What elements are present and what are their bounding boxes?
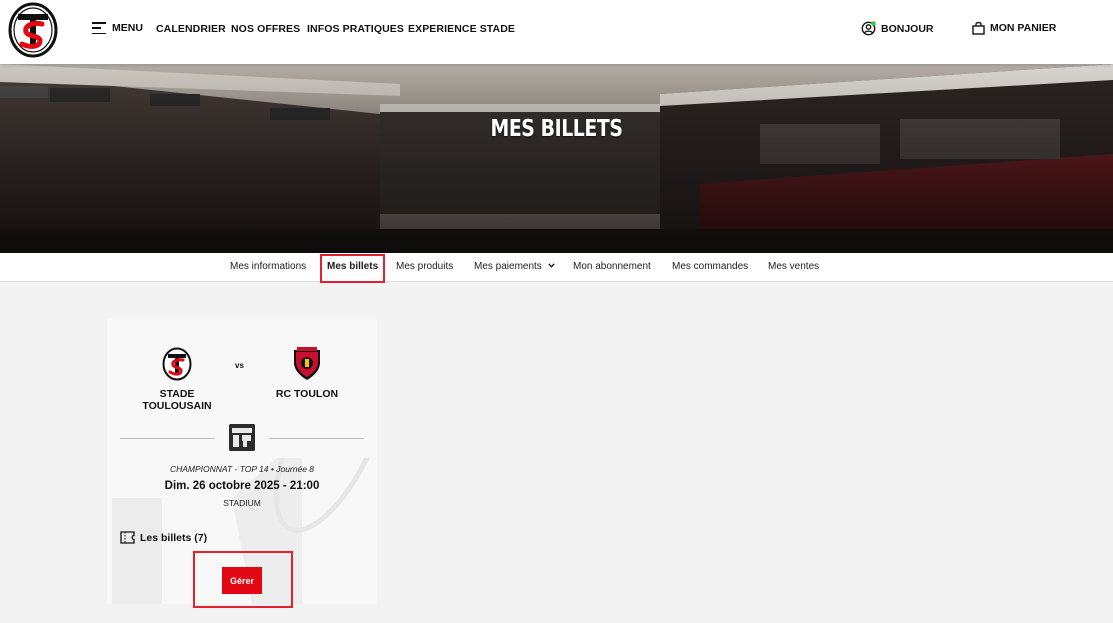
hero-banner: MES BILLETS [0,64,1113,253]
account-tabs: Mes informations Mes billets Mes produit… [0,253,1113,283]
tab-mes-paiements-label: Mes paiements [474,261,542,272]
rc-toulon-team-logo [294,347,320,380]
account-button[interactable]: BONJOUR [861,21,934,36]
ticket-icon [120,531,135,544]
tab-mes-informations[interactable]: Mes informations [230,261,306,272]
site-header: MENU CALENDRIER NOS OFFRES INFOS PRATIQU… [0,0,1113,64]
match-venue: STADIUM [223,498,261,508]
menu-label: MENU [112,22,143,34]
tab-mon-abonnement[interactable]: Mon abonnement [573,261,651,272]
manage-button[interactable]: Gérer [222,567,262,594]
stade-toulousain-logo[interactable] [8,2,58,58]
menu-button[interactable]: MENU [92,22,143,34]
nav-infos-pratiques[interactable]: INFOS PRATIQUES [307,23,404,35]
greeting-label: BONJOUR [881,22,934,35]
vs-label: vs [235,361,244,370]
match-date: Dim. 26 octobre 2025 - 21:00 [164,480,320,492]
tab-mes-produits[interactable]: Mes produits [396,261,453,272]
away-team-name: RC TOULON [275,388,339,400]
cart-button[interactable]: MON PANIER [972,21,1056,35]
divider-right [269,438,364,439]
tickets-label: Les billets (7) [140,531,208,544]
top-14-logo [229,424,255,451]
divider-left [120,438,215,439]
user-icon [861,21,876,36]
tickets-count: Les billets (7) [120,531,207,544]
chevron-down-icon [547,263,555,268]
shopping-bag-icon [972,21,985,35]
nav-calendrier[interactable]: CALENDRIER [156,23,226,35]
tab-mes-ventes[interactable]: Mes ventes [768,261,819,272]
cart-label: MON PANIER [990,22,1057,34]
stade-toulousain-team-logo [162,347,192,381]
nav-nos-offres[interactable]: NOS OFFRES [231,23,300,35]
stadium-background-image [0,64,1113,253]
hamburger-icon [92,22,106,34]
tab-mes-paiements[interactable]: Mes paiements [474,261,555,272]
page-title: MES BILLETS [490,116,623,142]
active-tab-highlight [320,254,385,283]
competition-label: CHAMPIONNAT - TOP 14 • Journée 8 [169,464,315,474]
home-team-name: STADE TOULOUSAIN [142,388,212,412]
nav-experience-stade[interactable]: EXPERIENCE STADE [408,23,515,35]
tab-mes-commandes[interactable]: Mes commandes [672,261,748,272]
